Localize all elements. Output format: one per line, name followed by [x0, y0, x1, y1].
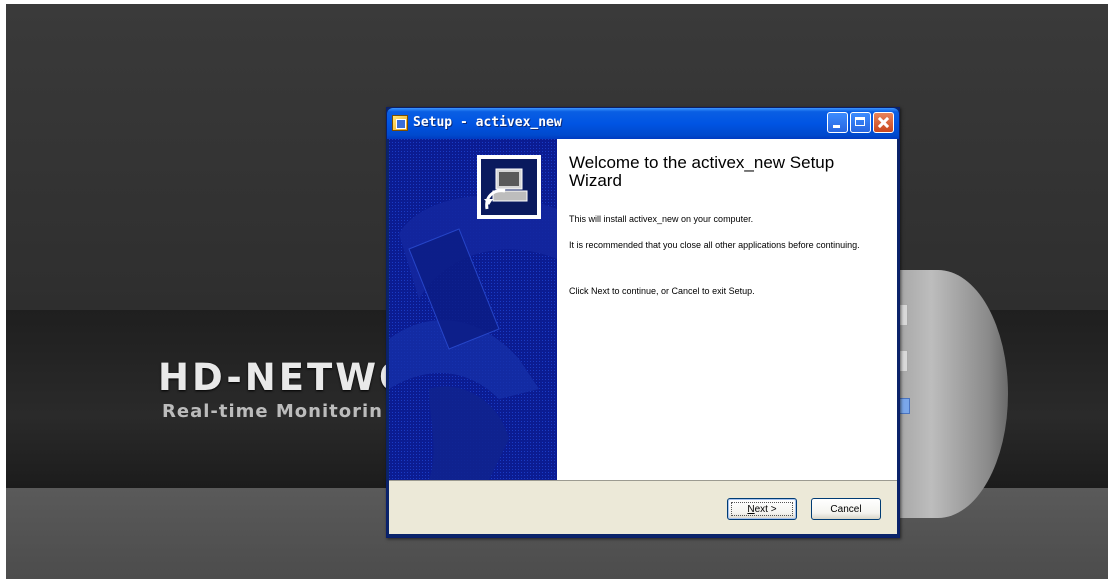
next-button[interactable]: Next > [727, 498, 797, 520]
focus-ring [731, 502, 793, 516]
wizard-content: Welcome to the activex_new Setup Wizard … [557, 139, 897, 480]
wizard-heading: Welcome to the activex_new Setup Wizard [569, 153, 835, 190]
wizard-paragraph-install: This will install activex_new on your co… [569, 214, 754, 224]
logo-title: HD-NETWO [158, 356, 414, 399]
dialog-title: Setup - activex_new [413, 115, 562, 130]
wizard-side-panel [389, 139, 557, 480]
wizard-paragraph-instructions: Click Next to continue, or Cancel to exi… [569, 286, 755, 296]
minimize-button[interactable] [827, 112, 848, 133]
wizard-footer: Next > Cancel [389, 481, 897, 534]
setup-dialog: Setup - activex_new Welcome to the activ… [386, 107, 900, 538]
wizard-paragraph-recommend: It is recommended that you close all oth… [569, 240, 860, 250]
maximize-button[interactable] [850, 112, 871, 133]
close-button[interactable] [873, 112, 894, 133]
setup-icon [392, 115, 408, 131]
cancel-button[interactable]: Cancel [811, 498, 881, 520]
dialog-titlebar[interactable]: Setup - activex_new [387, 108, 899, 139]
logo-subtitle: Real-time Monitorin [162, 401, 383, 422]
wizard-banner-graphic [389, 139, 557, 480]
